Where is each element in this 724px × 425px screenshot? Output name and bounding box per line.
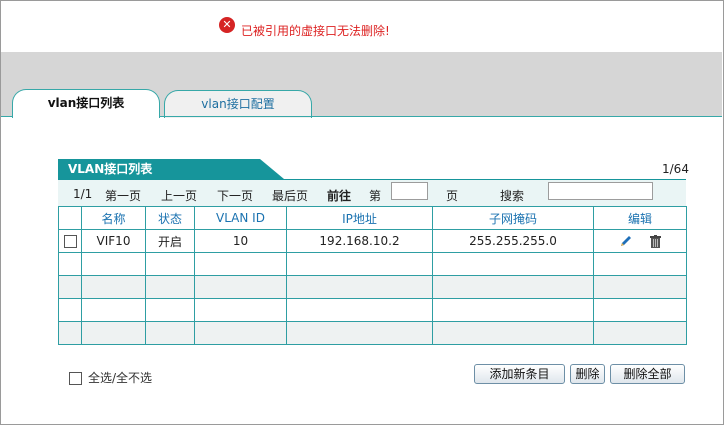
record-count: 1/64 xyxy=(662,162,689,176)
page-number-input[interactable] xyxy=(391,182,428,200)
row-vlan-id: 10 xyxy=(194,229,287,253)
header-select xyxy=(58,206,82,230)
tab-vlan-interface-config[interactable]: vlan接口配置 xyxy=(164,90,312,118)
add-entry-button[interactable]: 添加新条目 xyxy=(474,364,565,384)
table-row-empty xyxy=(58,275,687,299)
header-ip-address[interactable]: IP地址 xyxy=(286,206,433,230)
alert-message: 已被引用的虚接口无法删除! xyxy=(241,24,390,38)
table-row-empty xyxy=(58,321,687,345)
header-status[interactable]: 状态 xyxy=(145,206,195,230)
row-status: 开启 xyxy=(145,229,195,253)
row-checkbox[interactable] xyxy=(63,235,77,248)
pager-current: 1/1 xyxy=(73,187,93,201)
first-page-link[interactable]: 第一页 xyxy=(105,187,141,204)
header-edit: 编辑 xyxy=(593,206,687,230)
search-label: 搜索 xyxy=(500,189,525,203)
goto-button[interactable]: 前往 xyxy=(327,187,351,204)
header-vlan-id[interactable]: VLAN ID xyxy=(194,206,287,230)
tab-vlan-interface-list[interactable]: vlan接口列表 xyxy=(12,89,160,118)
pencil-edit-icon[interactable] xyxy=(619,234,633,248)
header-name[interactable]: 名称 xyxy=(81,206,146,230)
last-page-link[interactable]: 最后页 xyxy=(272,187,308,204)
header-subnet-mask[interactable]: 子网掩码 xyxy=(432,206,594,230)
table-header-row: 名称 状态 VLAN ID IP地址 子网掩码 编辑 xyxy=(58,206,687,230)
next-page-link[interactable]: 下一页 xyxy=(217,187,253,204)
row-name-link[interactable]: VIF10 xyxy=(81,229,146,253)
error-circle-icon: ✕ xyxy=(219,17,235,33)
search-input[interactable] xyxy=(548,182,653,200)
select-all-checkbox[interactable] xyxy=(69,372,82,385)
panel-title: VLAN接口列表 xyxy=(58,159,284,179)
select-all-label: 全选/全不选 xyxy=(88,371,153,385)
row-subnet-mask: 255.255.255.0 xyxy=(432,229,594,253)
vlan-interface-table: 名称 状态 VLAN ID IP地址 子网掩码 编辑 VIF10 开启 10 1… xyxy=(58,206,687,345)
table-row-empty xyxy=(58,298,687,322)
table-row-empty xyxy=(58,252,687,276)
prev-page-link[interactable]: 上一页 xyxy=(161,187,197,204)
pager-ye-label: 页 xyxy=(446,189,459,203)
row-ip-address: 192.168.10.2 xyxy=(286,229,433,253)
table-row: VIF10 开启 10 192.168.10.2 255.255.255.0 xyxy=(58,229,687,253)
pager-di-label: 第 xyxy=(369,189,382,203)
select-all-control[interactable]: 全选/全不选 xyxy=(69,369,152,386)
alert-bar: ✕ 已被引用的虚接口无法删除! xyxy=(0,0,722,52)
row-actions xyxy=(593,229,687,253)
trash-delete-icon[interactable] xyxy=(650,234,662,248)
delete-button[interactable]: 删除 xyxy=(570,364,605,384)
delete-all-button[interactable]: 删除全部 xyxy=(610,364,685,384)
